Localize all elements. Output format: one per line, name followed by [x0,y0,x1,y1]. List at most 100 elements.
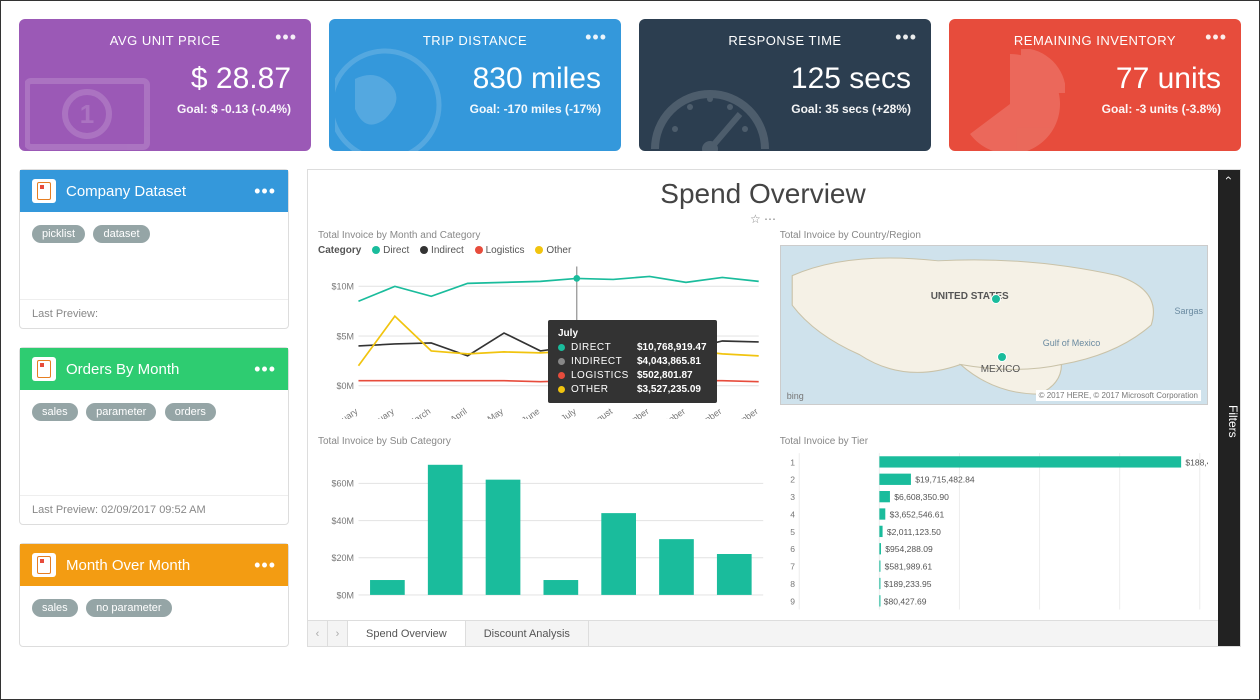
tag[interactable]: dataset [93,225,149,243]
kpi-title: AVG UNIT PRICE [39,33,291,48]
report-title-actions[interactable]: ☆ ⋯ [318,212,1208,226]
panel-header[interactable]: Month Over Month ••• [20,544,288,586]
svg-text:$60M: $60M [332,479,354,489]
svg-text:8: 8 [790,579,795,589]
chart-title: Total Invoice by Tier [780,436,1208,447]
svg-text:$5M: $5M [336,331,353,341]
tag[interactable]: sales [32,599,78,617]
svg-text:$40M: $40M [332,516,354,526]
kpi-title: RESPONSE TIME [659,33,911,48]
panel-title: Month Over Month [66,557,254,574]
svg-text:2: 2 [790,475,795,485]
gauge-icon [645,59,775,151]
kpi-avg-unit-price[interactable]: ••• AVG UNIT PRICE $ 28.87 Goal: $ -0.13… [19,19,311,151]
dataset-icon [32,553,56,577]
panel-footer: Last Preview: 02/09/2017 09:52 AM [20,495,288,524]
chart-tooltip: July DIRECT$10,768,919.47 INDIRECT$4,043… [548,320,717,403]
report-title: Spend Overview [318,178,1208,210]
tab-discount-analysis[interactable]: Discount Analysis [466,621,589,646]
main-area: Company Dataset ••• picklist dataset Las… [19,169,1241,647]
panel-footer: Last Preview: [20,299,288,328]
svg-text:$0M: $0M [336,381,353,391]
report-area: ‹ Filters Spend Overview ☆ ⋯ Total Invoi… [307,169,1241,647]
filters-label: Filters [1226,405,1240,438]
tab-next-icon[interactable]: › [328,621,348,646]
globe-icon [335,39,455,151]
svg-text:3: 3 [790,492,795,502]
kpi-menu-icon[interactable]: ••• [275,27,297,48]
svg-text:February: February [361,406,397,420]
tag[interactable]: picklist [32,225,85,243]
panel-header[interactable]: Company Dataset ••• [20,170,288,212]
map-attr-right: © 2017 HERE, © 2017 Microsoft Corporatio… [1036,390,1201,401]
bar-chart-subcategory[interactable]: Total Invoice by Sub Category $0M$20M$40… [318,436,768,634]
map-region[interactable]: UNITED STATES MEXICO Gulf of Mexico Sarg… [780,245,1208,405]
panel-header[interactable]: Orders By Month ••• [20,348,288,390]
kpi-title: REMAINING INVENTORY [969,33,1221,48]
svg-text:$2,011,123.50: $2,011,123.50 [887,527,941,537]
line-legend: Category Direct Indirect Logistics Other [318,245,768,256]
panel-month-over-month: Month Over Month ••• sales no parameter [19,543,289,647]
panel-menu-icon[interactable]: ••• [254,359,276,380]
tag[interactable]: orders [165,403,216,421]
panel-title: Orders By Month [66,361,254,378]
svg-text:September: September [609,406,651,419]
filters-tab[interactable]: ‹ Filters [1218,170,1240,646]
svg-text:$581,989.61: $581,989.61 [884,562,932,572]
left-column: Company Dataset ••• picklist dataset Las… [19,169,289,647]
panel-orders-by-month: Orders By Month ••• sales parameter orde… [19,347,289,525]
kpi-response-time[interactable]: ••• RESPONSE TIME 125 secs Goal: 35 secs… [639,19,931,151]
svg-text:1: 1 [80,99,94,129]
map-marker[interactable] [991,294,1001,304]
svg-text:January: January [328,406,360,420]
map-svg [781,246,1207,404]
map-label: MEXICO [981,364,1020,375]
svg-text:9: 9 [790,596,795,606]
panel-menu-icon[interactable]: ••• [254,181,276,202]
bar-chart-tier[interactable]: Total Invoice by Tier ($50M)$0M$50M$100M… [780,436,1208,634]
tag[interactable]: no parameter [86,599,171,617]
kpi-remaining-inventory[interactable]: ••• REMAINING INVENTORY 77 units Goal: -… [949,19,1241,151]
map-chart[interactable]: Total Invoice by Country/Region UNITED S… [780,230,1208,430]
panel-body: sales no parameter [20,586,288,646]
svg-text:6: 6 [790,544,795,554]
svg-text:August: August [586,406,615,420]
tab-prev-icon[interactable]: ‹ [308,621,328,646]
kpi-menu-icon[interactable]: ••• [585,27,607,48]
kpi-trip-distance[interactable]: ••• TRIP DISTANCE 830 miles Goal: -170 m… [329,19,621,151]
map-marker[interactable] [997,352,1007,362]
tag[interactable]: parameter [86,403,156,421]
svg-text:March: March [406,406,432,419]
map-attr-left: bing [787,391,804,401]
kpi-row: ••• AVG UNIT PRICE $ 28.87 Goal: $ -0.13… [19,19,1241,151]
svg-text:May: May [486,406,506,420]
tab-spend-overview[interactable]: Spend Overview [348,621,466,646]
panel-body: sales parameter orders [20,390,288,495]
svg-text:$6,608,350.90: $6,608,350.90 [894,492,949,502]
kpi-menu-icon[interactable]: ••• [1205,27,1227,48]
panel-menu-icon[interactable]: ••• [254,555,276,576]
dollar-bill-icon: 1 [25,69,155,151]
report-inner: Spend Overview ☆ ⋯ Total Invoice by Mont… [308,170,1218,646]
chart-title: Total Invoice by Country/Region [780,230,1208,241]
svg-text:$0M: $0M [337,590,354,600]
svg-text:$189,233.95: $189,233.95 [884,579,932,589]
svg-text:July: July [559,406,578,420]
line-chart[interactable]: Total Invoice by Month and Category Cate… [318,230,768,430]
map-label: Sargas [1174,306,1203,316]
barv-svg: $0M$20M$40M$60MContracting & Serv...Hard… [318,451,768,642]
svg-text:June: June [520,406,542,419]
svg-text:7: 7 [790,562,795,572]
svg-text:October: October [655,406,687,419]
svg-text:$3,652,546.61: $3,652,546.61 [889,509,944,519]
dataset-icon [32,357,56,381]
kpi-menu-icon[interactable]: ••• [895,27,917,48]
svg-text:$10M: $10M [331,282,353,292]
svg-text:$19,715,482.84: $19,715,482.84 [915,475,975,485]
map-label: Gulf of Mexico [1043,338,1101,348]
panel-company-dataset: Company Dataset ••• picklist dataset Las… [19,169,289,329]
tag[interactable]: sales [32,403,78,421]
report-tabs: ‹ › Spend Overview Discount Analysis [308,620,1218,646]
svg-text:$954,288.09: $954,288.09 [885,544,933,554]
svg-text:April: April [448,406,468,419]
